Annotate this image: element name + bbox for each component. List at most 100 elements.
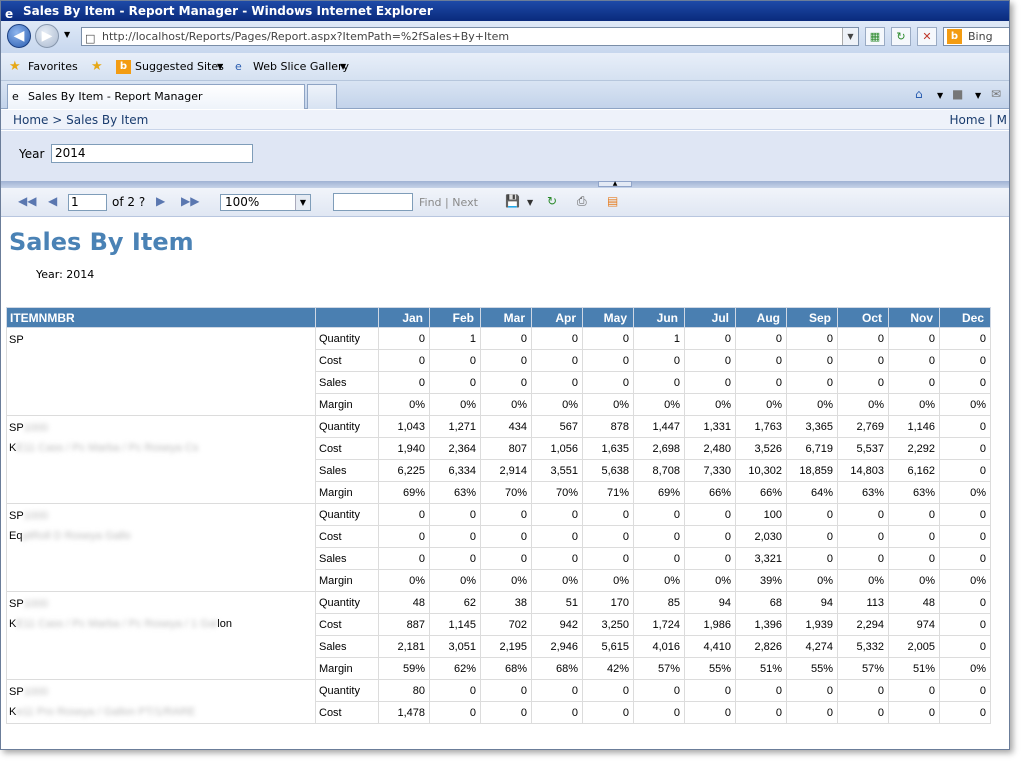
value-cell: 6,334: [429, 459, 481, 482]
value-cell: 0%: [888, 569, 940, 592]
export-dropdown[interactable]: ▼: [527, 198, 533, 207]
value-cell: 3,365: [786, 415, 838, 438]
page-count: of 2 ?: [112, 195, 146, 209]
value-cell: 2,826: [735, 635, 787, 658]
breadcrumb-home-link[interactable]: Home: [13, 113, 48, 127]
value-cell: 0: [837, 701, 889, 724]
value-cell: 0%: [684, 393, 736, 416]
feeds-icon[interactable]: ■: [952, 87, 963, 101]
zoom-select[interactable]: 100% ▼: [220, 194, 311, 211]
forward-button[interactable]: ▶: [35, 24, 59, 48]
item-description: Eq: [9, 530, 23, 542]
value-cell: 0: [429, 525, 481, 548]
first-page-icon[interactable]: ◀◀: [18, 194, 36, 208]
compatibility-icon[interactable]: ▦: [865, 27, 885, 46]
home-dropdown[interactable]: ▼: [937, 91, 943, 100]
address-dropdown[interactable]: ▼: [842, 28, 858, 45]
value-cell: 68%: [480, 657, 532, 680]
value-cell: 1,447: [633, 415, 685, 438]
value-cell: 0%: [378, 393, 430, 416]
item-number: SP: [9, 510, 24, 522]
parameter-splitter[interactable]: ▲: [1, 181, 1009, 188]
value-cell: 0: [786, 547, 838, 570]
address-bar[interactable]: □ http://localhost/Reports/Pages/Report.…: [81, 27, 859, 46]
find-link[interactable]: Find: [419, 196, 442, 209]
metric-label: Cost: [315, 701, 379, 724]
export-icon[interactable]: 💾: [505, 194, 520, 208]
item-number-redacted: 1000: [23, 422, 49, 434]
back-button[interactable]: ◀: [7, 24, 31, 48]
value-cell: 3,051: [429, 635, 481, 658]
value-cell: 5,537: [837, 437, 889, 460]
collapse-handle-icon[interactable]: ▲: [598, 181, 632, 187]
value-cell: 0: [786, 349, 838, 372]
month-header: Mar: [480, 307, 532, 328]
window-title: Sales By Item - Report Manager - Windows…: [23, 4, 433, 18]
web-slice-dropdown[interactable]: ▼: [340, 53, 346, 81]
refresh-report-icon[interactable]: ↻: [547, 194, 557, 208]
value-cell: 0: [531, 349, 583, 372]
value-cell: 0: [735, 679, 787, 702]
favorites-button[interactable]: Favorites: [28, 53, 78, 81]
breadcrumb-current: Sales By Item: [66, 113, 149, 127]
value-cell: 0%: [837, 393, 889, 416]
last-page-icon[interactable]: ▶▶: [181, 194, 199, 208]
value-cell: 0: [429, 701, 481, 724]
value-cell: 57%: [633, 657, 685, 680]
value-cell: 2,030: [735, 525, 787, 548]
previous-page-icon[interactable]: ◀: [48, 194, 57, 208]
item-number: SP: [9, 422, 24, 434]
value-cell: 55%: [786, 657, 838, 680]
mail-icon[interactable]: ✉: [991, 87, 1001, 101]
search-input[interactable]: b Bing: [943, 27, 1009, 46]
value-cell: 1,271: [429, 415, 481, 438]
add-favorite-icon[interactable]: ★: [91, 53, 103, 81]
value-cell: 0: [888, 327, 940, 350]
stop-icon[interactable]: ✕: [917, 27, 937, 46]
metric-label: Margin: [315, 393, 379, 416]
value-cell: 0%: [684, 569, 736, 592]
value-cell: 6,719: [786, 437, 838, 460]
value-cell: 878: [582, 415, 634, 438]
value-cell: 2,698: [633, 437, 685, 460]
value-cell: 70%: [531, 481, 583, 504]
value-cell: 80: [378, 679, 430, 702]
page-number-input[interactable]: 1: [68, 194, 107, 211]
breadcrumb: Home > Sales By Item Home | M: [1, 110, 1009, 130]
month-header: Sep: [786, 307, 838, 328]
value-cell: 1,724: [633, 613, 685, 636]
data-feed-icon[interactable]: ▤: [607, 194, 618, 208]
value-cell: 1: [633, 327, 685, 350]
value-cell: 10,302: [735, 459, 787, 482]
value-cell: 887: [378, 613, 430, 636]
suggested-sites-dropdown[interactable]: ▼: [217, 53, 223, 81]
tab-sales-by-item[interactable]: e Sales By Item - Report Manager: [7, 84, 305, 109]
value-cell: 64%: [786, 481, 838, 504]
value-cell: 0: [480, 327, 532, 350]
web-slice-link[interactable]: Web Slice Gallery: [253, 53, 349, 81]
home-icon[interactable]: ⌂: [915, 87, 923, 101]
value-cell: 0: [939, 503, 991, 526]
browser-window: e Sales By Item - Report Manager - Windo…: [0, 0, 1010, 750]
new-tab-button[interactable]: [307, 84, 337, 109]
value-cell: 0: [939, 591, 991, 614]
value-cell: 567: [531, 415, 583, 438]
find-input[interactable]: [333, 193, 413, 211]
recent-pages-dropdown[interactable]: ▼: [64, 30, 70, 39]
value-cell: 0: [939, 635, 991, 658]
year-input[interactable]: 2014: [51, 144, 253, 163]
print-icon[interactable]: ⎙: [577, 194, 587, 209]
feeds-dropdown[interactable]: ▼: [975, 91, 981, 100]
next-link[interactable]: Next: [452, 196, 478, 209]
value-cell: 0: [378, 327, 430, 350]
value-cell: 0%: [582, 393, 634, 416]
value-cell: 0%: [429, 393, 481, 416]
value-cell: 0: [888, 503, 940, 526]
refresh-icon[interactable]: ↻: [891, 27, 911, 46]
title-bar: e Sales By Item - Report Manager - Windo…: [1, 1, 1009, 21]
value-cell: 0: [939, 327, 991, 350]
value-cell: 59%: [378, 657, 430, 680]
suggested-sites-link[interactable]: Suggested Sites: [135, 53, 224, 81]
header-links[interactable]: Home | M: [950, 110, 1007, 130]
next-page-icon[interactable]: ▶: [156, 194, 165, 208]
